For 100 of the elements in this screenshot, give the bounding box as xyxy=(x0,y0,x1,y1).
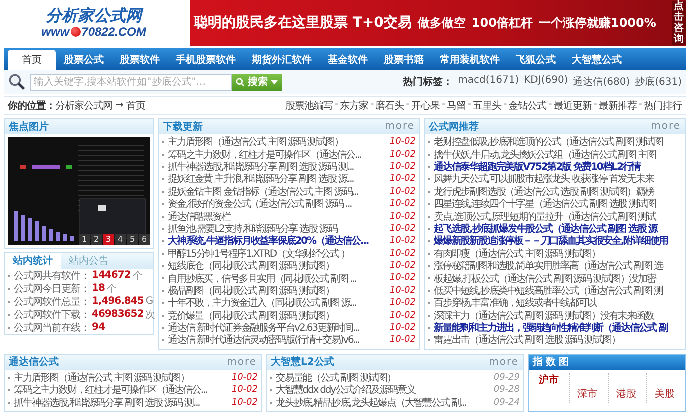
article-link[interactable]: 起飞选股,抄底抓爆发牛股公式（通达信公式 副图 选股 源 xyxy=(434,222,658,236)
article-link[interactable]: 自用抄底买，信号多且实用（同花顺公式 副图 ... xyxy=(168,272,356,286)
stat-label: 公式网今日更新： xyxy=(14,282,90,296)
article-link[interactable]: 大智慧ddx ddy公式介绍及源码意义 xyxy=(276,383,416,398)
quick-link[interactable]: 开心果 xyxy=(411,98,440,112)
breadcrumb-link[interactable]: 首页 xyxy=(126,98,146,112)
quick-link[interactable]: 股票池编写 xyxy=(286,98,334,112)
article-link[interactable]: 龙头抄底,精品抄底,龙头起爆点（大智慧公式 副... xyxy=(276,396,466,410)
nav-tab[interactable]: 大智慧公式 xyxy=(564,50,630,70)
article-link[interactable]: 通达信酷黑资栏 xyxy=(168,210,230,224)
article-link[interactable]: 抓牛神器选股,和谐源码分享 副图 选股 源码 测... xyxy=(168,160,354,174)
ad-banner[interactable]: 聪明的股民多在这里股票 T+0交易 做多做空 100倍杠杆 一个涨停就赚1000% 点击咨询 xyxy=(190,0,686,46)
index-tab[interactable]: 港股 xyxy=(608,372,644,403)
pager-button[interactable]: 6 xyxy=(139,234,150,245)
quick-link[interactable]: 东方家 xyxy=(340,98,369,112)
search-field[interactable]: 输入关键字,搜本站软件如"抄底公式"... xyxy=(30,74,232,90)
article-link[interactable]: 卖点,选顶公式,原理短期的量拉升（通达信公式 副图 测试 xyxy=(434,210,656,224)
index-tab[interactable]: 美股 xyxy=(646,372,683,403)
date-text: 10-02 xyxy=(390,199,416,210)
date-text: 10-02 xyxy=(232,398,258,408)
article-link[interactable]: 抓牛神器选股,和谐源码分享 副图 选股 源码 测... xyxy=(14,396,200,410)
hot-tag-link[interactable]: 通达信(680) xyxy=(573,75,630,89)
stat-value: 144672 xyxy=(92,270,131,281)
article-link[interactable]: 低买中短线,抄底类中短线高胜率公式（通达信公式 副图 测 xyxy=(434,284,663,298)
pager-button[interactable]: 5 xyxy=(127,234,138,245)
pager-button[interactable]: 4 xyxy=(115,234,126,245)
article-link[interactable]: 极品副图（同花顺公式 副图 源码 测试图） xyxy=(168,284,334,298)
article-link[interactable]: 主力盾形图（通达信公式 主图 源码 测试图） xyxy=(14,370,190,385)
panel-title: 大智慧L2公式 xyxy=(271,356,334,370)
article-link[interactable]: 擒牛伏妖,牛启动,龙头擒妖公式组（通达信公式 副图 主图 xyxy=(434,148,656,162)
hot-tag-link[interactable]: KDJ(690) xyxy=(524,75,568,89)
nav-tab[interactable]: 手机股票软件 xyxy=(168,50,244,70)
article-link[interactable]: 板起爆,打板公式（通达信公式 副图 源码 测试图）没加密 xyxy=(434,272,656,286)
nav-tab[interactable]: 常用装机软件 xyxy=(432,50,508,70)
date-text: 09-28 xyxy=(494,385,520,396)
article-link[interactable]: 深踩主力（通达信公式 副图 源码 测试图）没有未来函数 xyxy=(434,308,654,323)
hot-tag-link[interactable]: macd(1671) xyxy=(458,75,520,89)
article-link[interactable]: 涨停秘籍副图和选股,简单实用胜率高（通达信公式 副图 选 xyxy=(434,259,663,274)
article-link[interactable]: 抓鱼池,需要L2支持,和谐源码分享 选股 源码 xyxy=(168,222,338,236)
date-text: 10-02 xyxy=(390,212,416,222)
article-link[interactable]: 新量能剩和主力进出，强弱趋向性精准判断（通达信公式 副 xyxy=(434,321,668,336)
article-link[interactable]: 捉妖红金黄 主升浪,和谐源码分享 副图 选股 源... xyxy=(168,172,354,186)
date-text: 10-02 xyxy=(390,137,416,148)
stat-unit: G xyxy=(146,296,154,307)
quick-link[interactable]: 磨石头 xyxy=(376,98,404,112)
caret-icon xyxy=(271,80,278,84)
panel-title: 下载更新 xyxy=(163,120,203,134)
article-link[interactable]: 大神系统,牛逼指标月收益率保底20%（通达信公... xyxy=(168,234,369,248)
article-link[interactable]: 老财控盘低吸,抄底和选顶的公式（通达信公式 副图 测试图 xyxy=(434,135,663,150)
quick-link[interactable]: 五里头 xyxy=(473,98,502,112)
quick-link[interactable]: 马留 xyxy=(446,98,466,112)
article-link[interactable]: 捉妖金钻主图 金钻指标（通达信公式 主图 源码... xyxy=(168,184,358,199)
breadcrumb-link[interactable]: 分析家公式网 xyxy=(56,98,112,112)
article-link[interactable]: 交易量能（公式 副图 测试图） xyxy=(276,370,396,385)
article-link[interactable]: 通达信泰华超跑完美版V752第2版 免费10档L2行情 xyxy=(434,160,641,174)
nav-tab[interactable]: 股票书籍 xyxy=(376,50,432,70)
article-link[interactable]: 通达信 新时代通达信灵动密码版(行情+交易)v6... xyxy=(168,333,360,348)
link-separator: - xyxy=(638,98,642,112)
quick-link[interactable]: 最新推荐 xyxy=(598,98,637,112)
article-link[interactable]: 百步穿杨,丰富准确，短线或者中线都可以 xyxy=(434,296,596,310)
ball-icon xyxy=(70,27,81,37)
hot-tag-link[interactable]: 抄底(631) xyxy=(635,75,682,89)
link-separator: - xyxy=(594,98,597,112)
nav-tab[interactable]: 股票公式 xyxy=(56,50,112,70)
article-link[interactable]: 竞价爆量（同花顺公式 副图 源码 测试图） xyxy=(168,308,334,323)
article-link[interactable]: 四星连线,连续四个十字星（通达信公式 副图 选股 测试图 xyxy=(434,197,656,212)
article-link[interactable]: 凤舞九天公式,可以抓股市起涨龙头 收获涨停 首发无未来 xyxy=(434,172,654,186)
index-tab[interactable]: 沪市 xyxy=(531,372,567,403)
article-link[interactable]: 主力盾形图（通达信公式 主图 源码 测试图） xyxy=(168,135,344,150)
nav-tab[interactable]: 基金软件 xyxy=(320,50,376,70)
article-link[interactable]: 甲醇15分钟1号程序1.XTRD（文华财经公式 ） xyxy=(168,246,350,261)
article-link[interactable]: 通达信 新时代证券金融服务平台v2.63更新时间... xyxy=(168,321,360,336)
pager-button[interactable]: 1 xyxy=(79,234,90,245)
article-link[interactable]: 爆爆新股新股追涨停板－－刀口舔血其实很安全,附详细使用 xyxy=(434,234,668,248)
panel-title: 焦点图片 xyxy=(9,120,49,134)
stat-label: 公式网当前在线： xyxy=(14,322,90,334)
article-link[interactable]: 十年不败，主力资金进入（同花顺公式 副图 源... xyxy=(168,296,356,310)
article-link[interactable]: 短线底仓（同花顺公式 副图 源码 测试图） xyxy=(168,259,334,274)
quick-link[interactable]: 金钻公式 xyxy=(508,98,547,112)
article-link[interactable]: 雷霆出击（通达信公式 副图 选股 源码 测试图） xyxy=(434,333,620,348)
date-text: 10-02 xyxy=(390,186,416,197)
article-link[interactable]: 筹码之主力数财，红柱才是可操作区（通达信公... xyxy=(168,148,362,162)
pager-button[interactable]: 2 xyxy=(91,234,102,245)
article-link[interactable]: 有肉即瘦（通达信公式 主图 源码 测试图） xyxy=(434,246,600,261)
link-separator: - xyxy=(442,98,445,112)
index-tab[interactable]: 深市 xyxy=(568,372,606,403)
search-icon xyxy=(236,78,245,86)
quick-link[interactable]: 最近更新 xyxy=(554,98,592,112)
nav-tab[interactable]: 股票软件 xyxy=(112,50,168,70)
search-icon xyxy=(8,73,26,91)
pager-button[interactable]: 3 xyxy=(103,234,114,245)
nav-tab[interactable]: 首页 xyxy=(8,50,56,70)
article-link[interactable]: 资金,很好的资金公式（通达信公式 副图 源码 ... xyxy=(168,197,352,212)
screenshot-drawing[interactable]: 1 2 3 4 5 6 xyxy=(8,137,150,245)
quick-link[interactable]: 热门排行 xyxy=(644,98,682,112)
nav-tab[interactable]: 期货外汇软件 xyxy=(244,50,320,70)
article-link[interactable]: 筹码之主力数财，红柱才是可操作区（通达信公... xyxy=(14,383,208,398)
article-link[interactable]: 龙行虎步副图选股（通达信公式 选股 副图 测试图）霸榜 xyxy=(434,184,654,199)
panel-tab[interactable]: 站内统计 xyxy=(5,253,61,269)
nav-tab[interactable]: 飞狐公式 xyxy=(508,50,564,70)
